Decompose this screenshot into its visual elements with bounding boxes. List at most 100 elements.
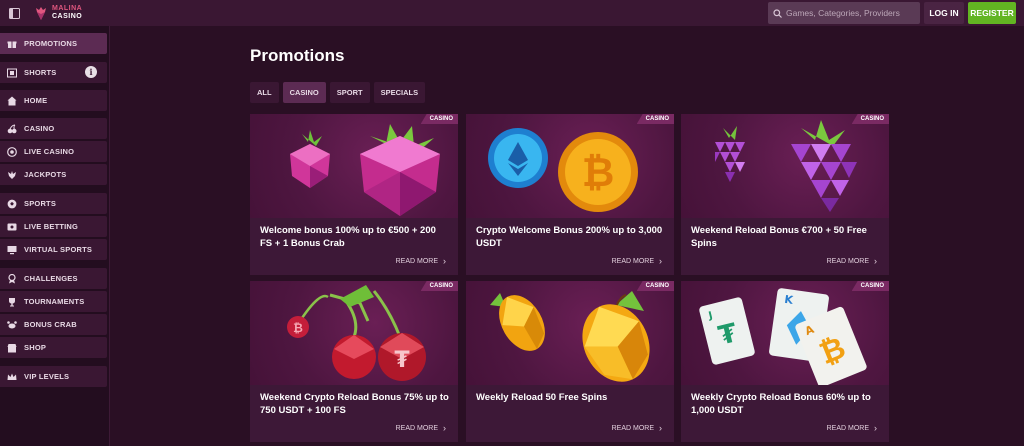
sidebar-item-tournaments[interactable]: TOURNAMENTS — [0, 291, 107, 312]
promo-title: Weekend Reload Bonus €700 + 50 Free Spin… — [691, 225, 867, 249]
crypto-coins-image: ₿ — [466, 114, 674, 218]
read-more-link[interactable]: READ MORE › — [612, 256, 662, 266]
read-more-label: READ MORE — [395, 257, 438, 265]
sidebar-item-casino[interactable]: CASINO — [0, 118, 107, 139]
gift-icon — [0, 39, 24, 49]
sidebar-item-label: HOME — [24, 96, 48, 105]
promo-title: Weekend Crypto Reload Bonus 75% up to 75… — [260, 392, 449, 416]
sidebar-item-jackpots[interactable]: JACKPOTS — [0, 164, 107, 185]
category-badge: CASINO — [420, 114, 458, 124]
playing-cards-image: J ₮ K A ₿ — [681, 281, 889, 388]
sidebar-item-live-casino[interactable]: LIVE CASINO — [0, 141, 107, 162]
read-more-label: READ MORE — [395, 424, 438, 432]
sidebar: PROMOTIONS SHORTS i HOME CASINO LIVE CAS… — [0, 26, 110, 446]
chevron-right-icon: › — [443, 256, 446, 266]
crown-icon — [0, 372, 24, 382]
crab-icon — [0, 320, 24, 330]
promo-card[interactable]: ₿ CASINO Crypto Welcome Bonus 200% up to… — [466, 114, 674, 275]
sidebar-item-label: SPORTS — [24, 199, 57, 208]
promo-title: Weekly Reload 50 Free Spins — [476, 392, 608, 403]
search-box[interactable] — [768, 2, 920, 24]
promo-card[interactable]: CASINO Weekly Reload 50 Free Spins READ … — [466, 281, 674, 442]
chevron-right-icon: › — [874, 256, 877, 266]
sidebar-item-shorts[interactable]: SHORTS i — [0, 62, 107, 83]
sidebar-item-challenges[interactable]: CHALLENGES — [0, 268, 107, 289]
challenge-icon — [0, 273, 24, 284]
tab-casino[interactable]: CASINO — [282, 82, 326, 103]
sidebar-item-label: SHOP — [24, 343, 47, 352]
logo-line1: MALINA — [52, 5, 83, 12]
sidebar-item-sports[interactable]: SPORTS — [0, 193, 107, 214]
sidebar-item-label: BONUS CRAB — [24, 320, 77, 329]
category-badge: CASINO — [636, 114, 674, 124]
login-button[interactable]: LOG IN — [924, 2, 964, 24]
live-icon — [0, 222, 24, 232]
sidebar-item-label: SHORTS — [24, 68, 57, 77]
sidebar-item-label: LIVE BETTING — [24, 222, 79, 231]
trophy-icon — [0, 297, 24, 307]
cherry-icon — [0, 124, 24, 134]
chevron-right-icon: › — [443, 423, 446, 433]
sidebar-item-live-betting[interactable]: LIVE BETTING — [0, 216, 107, 237]
soccer-ball-icon — [0, 199, 24, 209]
sidebar-item-label: PROMOTIONS — [24, 39, 78, 48]
read-more-link[interactable]: READ MORE › — [396, 256, 446, 266]
screen-icon — [0, 245, 24, 255]
svg-text:₮: ₮ — [394, 348, 410, 373]
tab-sport[interactable]: SPORT — [329, 82, 370, 103]
film-icon — [0, 68, 24, 78]
info-icon[interactable]: i — [85, 66, 97, 78]
read-more-label: READ MORE — [611, 424, 654, 432]
sidebar-item-label: TOURNAMENTS — [24, 297, 85, 306]
raspberry-logo-icon — [36, 7, 46, 20]
read-more-label: READ MORE — [826, 257, 869, 265]
sidebar-item-promotions[interactable]: PROMOTIONS — [0, 33, 107, 54]
category-badge: CASINO — [851, 281, 889, 291]
top-bar: MALINA CASINO LOG IN REGISTER — [0, 0, 1024, 26]
sidebar-item-label: CASINO — [24, 124, 55, 133]
search-input[interactable] — [786, 8, 916, 18]
promo-title: Welcome bonus 100% up to €500 + 200 FS +… — [260, 225, 436, 249]
read-more-label: READ MORE — [611, 257, 654, 265]
read-more-link[interactable]: READ MORE › — [827, 423, 877, 433]
sidebar-toggle-icon[interactable] — [0, 0, 28, 26]
promo-card[interactable]: CASINO Weekend Reload Bonus €700 + 50 Fr… — [681, 114, 889, 275]
sidebar-item-vip-levels[interactable]: VIP LEVELS — [0, 366, 107, 387]
chevron-right-icon: › — [874, 423, 877, 433]
home-icon — [0, 96, 24, 106]
tab-all[interactable]: ALL — [250, 82, 279, 103]
page-title: Promotions — [250, 46, 345, 65]
logo-line2: CASINO — [52, 13, 83, 20]
read-more-link[interactable]: READ MORE › — [827, 256, 877, 266]
promo-card[interactable]: J ₮ K A ₿ CASINO Weekly Crypto Reload Bo… — [681, 281, 889, 442]
promo-card[interactable]: ₿ ₮ CASINO Weekend Crypto Reload Bonus 7… — [250, 281, 458, 442]
register-button[interactable]: REGISTER — [968, 2, 1016, 24]
promo-title: Crypto Welcome Bonus 200% up to 3,000 US… — [476, 225, 663, 249]
sidebar-item-home[interactable]: HOME — [0, 90, 107, 111]
read-more-label: READ MORE — [826, 424, 869, 432]
raspberries-image — [250, 114, 458, 218]
search-icon — [768, 8, 786, 18]
sidebar-item-label: LIVE CASINO — [24, 147, 75, 156]
category-badge: CASINO — [636, 281, 674, 291]
category-badge: CASINO — [851, 114, 889, 124]
read-more-link[interactable]: READ MORE › — [396, 423, 446, 433]
category-badge: CASINO — [420, 281, 458, 291]
shop-icon — [0, 343, 24, 353]
sidebar-item-label: JACKPOTS — [24, 170, 67, 179]
lemons-image — [466, 281, 674, 385]
promo-card[interactable]: CASINO Welcome bonus 100% up to €500 + 2… — [250, 114, 458, 275]
logo[interactable]: MALINA CASINO — [34, 5, 82, 21]
grapes-image — [681, 114, 889, 218]
read-more-link[interactable]: READ MORE › — [612, 423, 662, 433]
sidebar-item-label: VIP LEVELS — [24, 372, 70, 381]
svg-text:₿: ₿ — [293, 321, 303, 335]
chip-icon — [0, 146, 24, 157]
promo-title: Weekly Crypto Reload Bonus 60% up to 1,0… — [691, 392, 871, 416]
sidebar-item-shop[interactable]: SHOP — [0, 337, 107, 358]
sidebar-item-bonus-crab[interactable]: BONUS CRAB — [0, 314, 107, 335]
tab-specials[interactable]: SPECIALS — [373, 82, 426, 103]
chevron-right-icon: › — [659, 256, 662, 266]
cherries-image: ₿ ₮ — [250, 281, 458, 385]
sidebar-item-virtual-sports[interactable]: VIRTUAL SPORTS — [0, 239, 107, 260]
